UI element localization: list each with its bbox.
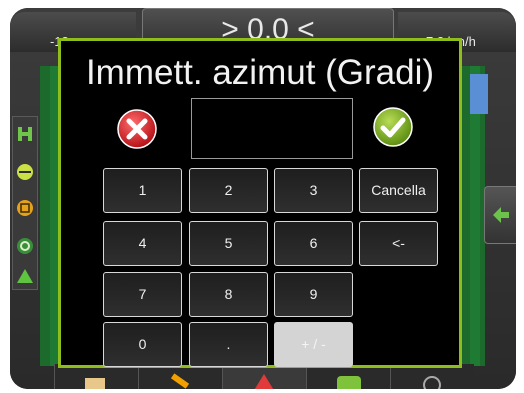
cancella-button[interactable]: Cancella	[359, 168, 438, 213]
key-4[interactable]: 4	[103, 221, 182, 266]
key-2[interactable]: 2	[189, 168, 268, 213]
left-toolbar	[12, 116, 38, 290]
key-1[interactable]: 1	[103, 168, 182, 213]
field-tab-icon	[337, 376, 361, 389]
key-9[interactable]: 9	[274, 272, 353, 317]
key-8[interactable]: 8	[189, 272, 268, 317]
map-tab-icon	[85, 378, 105, 389]
arrow-left-icon	[493, 207, 509, 223]
tools-tab-icon	[170, 373, 190, 389]
key-3[interactable]: 3	[274, 168, 353, 213]
sky-strip-right	[470, 74, 488, 114]
key-6[interactable]: 6	[274, 221, 353, 266]
boundary-icon[interactable]	[16, 199, 34, 217]
straight-ab-icon[interactable]	[16, 163, 34, 181]
expand-panel-button[interactable]	[484, 186, 516, 244]
green-check-icon[interactable]	[373, 107, 413, 147]
azimuth-entry-dialog: Immett. azimut (Gradi) 1 2 3 Cancella 4 …	[58, 38, 462, 368]
key-5[interactable]: 5	[189, 221, 268, 266]
boom-section-icon[interactable]	[16, 267, 34, 285]
key-0[interactable]: 0	[103, 322, 182, 367]
dialog-title: Immett. azimut (Gradi)	[85, 53, 435, 92]
settings-tab-icon	[423, 376, 441, 389]
guidance-tab-icon	[254, 374, 274, 389]
steering-icon[interactable]	[16, 237, 34, 255]
backspace-button[interactable]: <-	[359, 221, 438, 266]
guidance-mode-icon[interactable]	[16, 125, 34, 143]
azimuth-entry-field[interactable]	[191, 98, 353, 159]
plus-minus-button: + / -	[274, 322, 353, 367]
key-decimal[interactable]: .	[189, 322, 268, 367]
red-x-icon[interactable]	[117, 109, 157, 149]
key-7[interactable]: 7	[103, 272, 182, 317]
